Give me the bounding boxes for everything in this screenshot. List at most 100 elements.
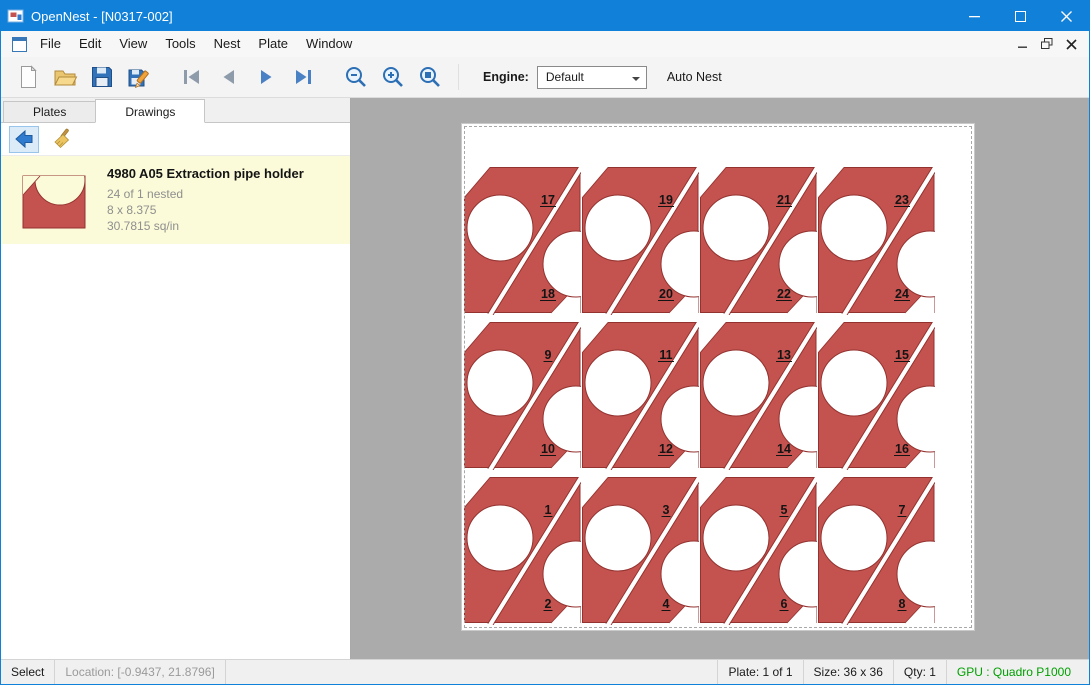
part-number[interactable]: 3	[663, 503, 670, 517]
part-number[interactable]: 14	[777, 442, 791, 456]
part-thumbnail	[9, 167, 103, 233]
part-number[interactable]: 5	[781, 503, 788, 517]
engine-value: Default	[546, 70, 584, 84]
chevron-down-icon	[632, 77, 640, 85]
part-number[interactable]: 9	[545, 348, 552, 362]
clear-drawings-button[interactable]	[47, 126, 77, 153]
status-plate: Plate: 1 of 1	[717, 660, 802, 684]
content-area: Plates Drawings	[1, 98, 1089, 659]
part-number[interactable]: 10	[541, 442, 555, 456]
new-file-icon	[15, 64, 41, 90]
nested-pair[interactable]: 1516	[818, 320, 963, 472]
app-window: OpenNest - [N0317-002] File Edit View To…	[0, 0, 1090, 685]
part-number[interactable]: 8	[899, 597, 906, 611]
tab-plates[interactable]: Plates	[3, 101, 96, 122]
part-number[interactable]: 20	[659, 287, 673, 301]
menu-plate[interactable]: Plate	[249, 31, 297, 57]
engine-select[interactable]: Default	[537, 66, 647, 89]
status-gpu: GPU : Quadro P1000	[946, 660, 1089, 684]
save-edit-button[interactable]	[120, 60, 157, 95]
part-number[interactable]: 2	[545, 597, 552, 611]
tab-drawings[interactable]: Drawings	[95, 99, 205, 123]
minimize-button[interactable]	[951, 1, 997, 31]
part-number[interactable]: 1	[545, 503, 552, 517]
nest-plate-svg: 171819202122232491011121314151612345678	[462, 124, 976, 632]
status-location: Location: [-0.9437, 21.8796]	[55, 660, 225, 684]
drawing-title: 4980 A05 Extraction pipe holder	[107, 166, 342, 181]
save-edit-icon	[126, 64, 152, 90]
last-plate-button[interactable]	[284, 60, 321, 95]
first-plate-button[interactable]	[173, 60, 210, 95]
status-mode: Select	[1, 660, 55, 684]
save-button[interactable]	[83, 60, 120, 95]
part-number[interactable]: 23	[895, 193, 909, 207]
part-number[interactable]: 18	[541, 287, 555, 301]
plate-sheet[interactable]: 171819202122232491011121314151612345678	[461, 123, 975, 631]
part-number[interactable]: 12	[659, 442, 673, 456]
drawing-nested-count: 24 of 1 nested	[107, 186, 342, 202]
menubar: File Edit View Tools Nest Plate Window	[1, 31, 1089, 57]
menu-nest[interactable]: Nest	[205, 31, 250, 57]
main-toolbar: Engine: Default Auto Nest	[1, 57, 1089, 98]
part-number[interactable]: 7	[899, 503, 906, 517]
sidebar-tabstrip: Plates Drawings	[1, 98, 350, 123]
zoom-fit-button[interactable]	[411, 60, 448, 95]
mdi-close-button[interactable]	[1059, 33, 1083, 55]
document-icon	[7, 37, 31, 52]
part-number[interactable]: 17	[541, 193, 555, 207]
drawings-toolbar	[1, 123, 350, 156]
sidebar: Plates Drawings	[1, 98, 351, 659]
part-number[interactable]: 13	[777, 348, 791, 362]
statusbar: Select Location: [-0.9437, 21.8796] Plat…	[1, 659, 1089, 684]
drawing-list-item[interactable]: 4980 A05 Extraction pipe holder 24 of 1 …	[1, 156, 350, 244]
broom-icon	[51, 128, 73, 150]
status-size: Size: 36 x 36	[803, 660, 893, 684]
import-drawing-button[interactable]	[9, 126, 39, 153]
zoom-fit-icon	[417, 64, 443, 90]
part-number[interactable]: 22	[777, 287, 791, 301]
part-number[interactable]: 4	[663, 597, 670, 611]
part-number[interactable]: 19	[659, 193, 673, 207]
maximize-button[interactable]	[997, 1, 1043, 31]
part-number[interactable]: 16	[895, 442, 909, 456]
nested-pair[interactable]: 23 24	[818, 165, 963, 317]
part-number[interactable]: 21	[777, 193, 791, 207]
nest-canvas[interactable]: 171819202122232491011121314151612345678	[351, 98, 1089, 659]
menu-window[interactable]: Window	[297, 31, 361, 57]
mdi-restore-button[interactable]	[1035, 33, 1059, 55]
zoom-in-icon	[380, 64, 406, 90]
titlebar: OpenNest - [N0317-002]	[1, 1, 1089, 31]
drawing-area: 30.7815 sq/in	[107, 218, 342, 234]
zoom-out-icon	[343, 64, 369, 90]
nested-pair[interactable]: 78	[818, 475, 963, 627]
blue-arrow-left-icon	[13, 128, 35, 150]
zoom-in-button[interactable]	[374, 60, 411, 95]
drawing-size: 8 x 8.375	[107, 202, 342, 218]
first-arrow-icon	[180, 65, 204, 89]
menu-file[interactable]: File	[31, 31, 70, 57]
menu-tools[interactable]: Tools	[156, 31, 204, 57]
app-icon	[1, 7, 31, 25]
part-number[interactable]: 11	[659, 348, 672, 362]
menu-view[interactable]: View	[110, 31, 156, 57]
close-button[interactable]	[1043, 1, 1089, 31]
part-number[interactable]: 6	[781, 597, 788, 611]
save-icon	[89, 64, 115, 90]
zoom-out-button[interactable]	[337, 60, 374, 95]
previous-arrow-icon	[217, 65, 241, 89]
next-arrow-icon	[254, 65, 278, 89]
open-folder-icon	[52, 64, 78, 90]
part-number[interactable]: 15	[895, 348, 909, 362]
open-button[interactable]	[46, 60, 83, 95]
auto-nest-label[interactable]: Auto Nest	[667, 70, 722, 84]
drawings-list-empty-area	[1, 244, 350, 659]
status-qty: Qty: 1	[893, 660, 946, 684]
window-title: OpenNest - [N0317-002]	[31, 9, 173, 24]
part-number[interactable]: 24	[895, 287, 909, 301]
mdi-minimize-button[interactable]	[1011, 33, 1035, 55]
new-button[interactable]	[9, 60, 46, 95]
next-plate-button[interactable]	[247, 60, 284, 95]
last-arrow-icon	[291, 65, 315, 89]
menu-edit[interactable]: Edit	[70, 31, 110, 57]
previous-plate-button[interactable]	[210, 60, 247, 95]
